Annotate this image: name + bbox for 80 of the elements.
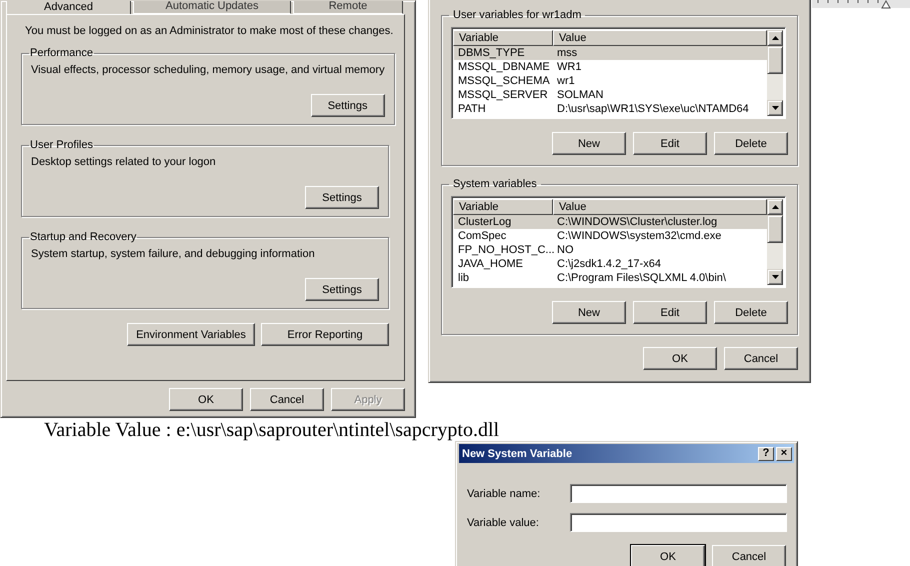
scroll-up-button[interactable] [767,30,783,46]
group-title: User Profiles [29,139,94,151]
title-bar-button[interactable]: ? [758,446,774,460]
dialog-button[interactable]: Cancel [250,388,324,411]
variable-row[interactable]: ClusterLog C:\WINDOWS\Cluster\cluster.log [454,215,767,229]
list-action-button[interactable]: New [552,301,626,324]
title-bar-button[interactable]: × [776,446,792,460]
variable-name: MSSQL_DBNAME [457,60,551,74]
variable-name: ComSpec [457,229,508,243]
variable-name: JAVA_HOME [457,257,524,271]
variable-row[interactable]: PATH D:\usr\sap\WR1\SYS\exe\uc\NTAMD64 [454,102,767,116]
variable-row[interactable]: MSSQL_DBNAME WR1 [454,60,767,74]
dialog-button[interactable]: Cancel [724,347,798,370]
variable-name: lib [457,271,470,285]
column-header[interactable]: Variable [453,30,553,46]
variable-row[interactable]: FP_NO_HOST_C... NO [454,243,767,257]
list-action-button[interactable]: Edit [633,132,707,155]
variable-row[interactable]: JAVA_HOME C:\j2sdk1.4.2_17-x64 [454,257,767,271]
scrollbar[interactable] [767,199,783,285]
window-title: New System Variable [462,448,574,460]
tab[interactable]: Automatic Updates [133,1,291,14]
down-arrow-icon [772,275,778,279]
variable-name: MSSQL_SERVER [457,88,549,102]
dialog-button[interactable]: OK [631,545,705,566]
scrollbar[interactable] [767,30,783,116]
variable-row[interactable]: MSSQL_SERVER SOLMAN [454,88,767,102]
settings-button[interactable]: Settings [305,186,379,209]
group-title: System variables [452,178,538,190]
action-button[interactable]: Error Reporting [261,323,389,346]
dialog-button[interactable]: OK [643,347,717,370]
variable-value: wr1 [556,74,576,88]
input-field[interactable] [570,513,787,532]
input-field[interactable] [570,484,787,503]
action-button[interactable]: Environment Variables [127,323,255,346]
tab[interactable]: Advanced [6,1,131,14]
variable-value: mss [556,46,578,60]
scroll-down-button[interactable] [767,269,783,285]
document-text: Variable Value : e:\usr\sap\saprouter\ntintel\sapcrypto.dll [44,419,500,441]
field-label: Variable value: [467,516,540,528]
variable-name: PATH [457,102,487,116]
settings-button[interactable]: Settings [305,278,379,301]
list-action-button[interactable]: Delete [714,301,788,324]
scroll-down-button[interactable] [767,100,783,116]
column-header[interactable]: Variable [453,199,553,215]
variable-name: MSSQL_SCHEMA [457,74,551,88]
variable-value: C:\j2sdk1.4.2_17-x64 [556,257,662,271]
variable-value: NO [556,243,574,257]
scroll-up-button[interactable] [767,199,783,215]
variable-value: C:\Program Files\SQLXML 4.0\bin\ [556,271,727,285]
group-description: Visual effects, processor scheduling, memory usage, and virtual memory [31,64,385,78]
variable-value: C:\WINDOWS\Cluster\cluster.log [556,215,718,229]
dialog-button[interactable]: OK [169,388,243,411]
dialog-button[interactable]: Cancel [712,545,786,566]
group-description: Desktop settings related to your logon [31,156,217,170]
variable-name: DBMS_TYPE [457,46,526,60]
settings-button[interactable]: Settings [310,94,385,117]
list-action-button[interactable]: Delete [714,132,788,155]
group-title: Startup and Recovery [29,231,138,243]
group-title: Performance [29,47,94,59]
down-arrow-icon [772,106,778,110]
variable-row[interactable]: ComSpec C:\WINDOWS\system32\cmd.exe [454,229,767,243]
variable-row[interactable]: DBMS_TYPE mss [454,46,767,60]
field-label: Variable name: [467,488,542,500]
variable-row[interactable]: lib C:\Program Files\SQLXML 4.0\bin\ [454,271,767,285]
variable-value: WR1 [556,60,582,74]
group-description: System startup, system failure, and debugging information [31,248,316,262]
list-action-button[interactable]: Edit [633,301,707,324]
variable-value: C:\WINDOWS\system32\cmd.exe [556,229,722,243]
variable-row[interactable]: MSSQL_SCHEMA wr1 [454,74,767,88]
variable-name: ClusterLog [457,215,512,229]
group-title: User variables for wr1adm [452,9,582,21]
column-header[interactable]: Value [553,199,767,215]
variable-value: SOLMAN [556,88,604,102]
tab[interactable]: Remote [293,1,403,14]
list-action-button[interactable]: New [552,132,626,155]
up-arrow-icon [772,36,778,40]
up-arrow-icon [772,205,778,209]
column-header[interactable]: Value [553,30,767,46]
variable-value: D:\usr\sap\WR1\SYS\exe\uc\NTAMD64 [556,102,750,116]
variable-name: FP_NO_HOST_C... [457,243,553,257]
